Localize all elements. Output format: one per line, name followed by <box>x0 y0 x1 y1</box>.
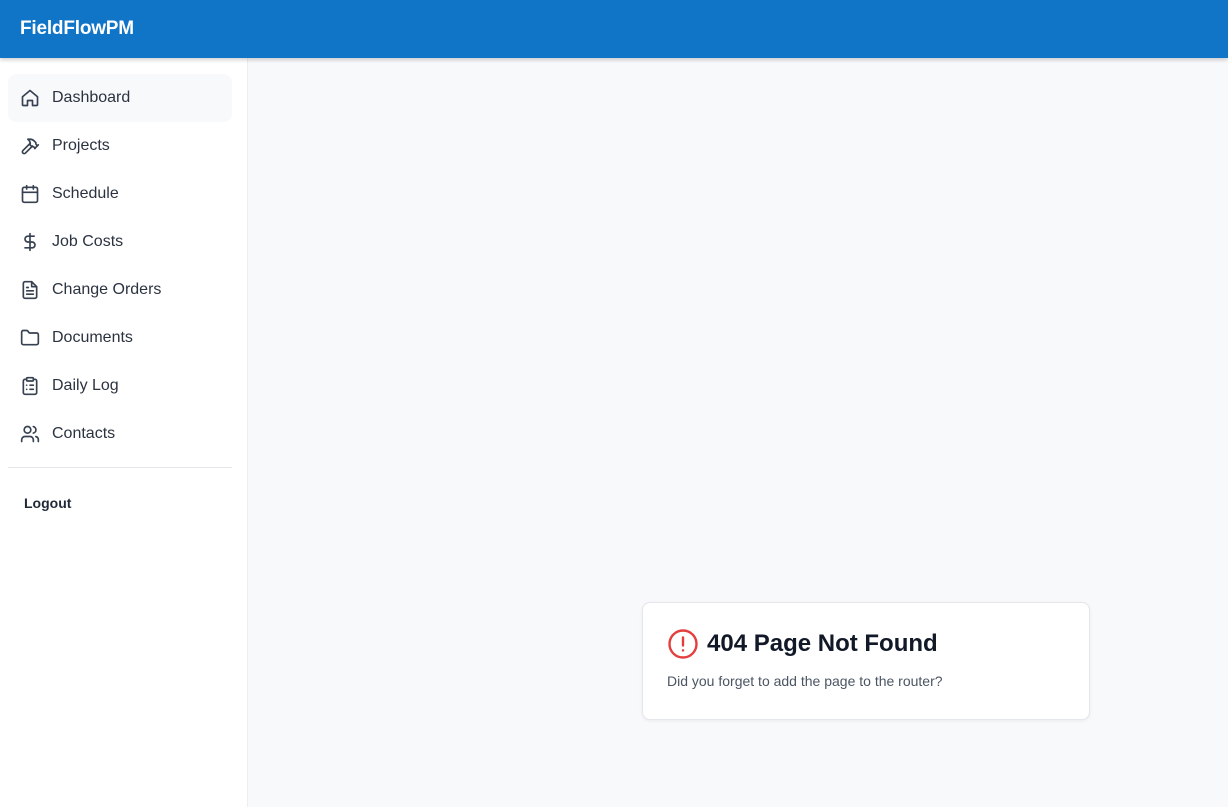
sidebar-item-label: Documents <box>52 329 133 346</box>
sidebar: Dashboard Projects Schedule Job Costs Ch… <box>0 58 248 807</box>
main-content: 404 Page Not Found Did you forget to add… <box>248 58 1228 807</box>
sidebar-item-label: Job Costs <box>52 233 124 250</box>
sidebar-item-daily-log[interactable]: Daily Log <box>8 362 232 410</box>
calendar-icon <box>20 184 40 204</box>
app-title[interactable]: FieldFlowPM <box>20 18 134 40</box>
sidebar-item-label: Contacts <box>52 425 116 442</box>
dollar-icon <box>20 232 40 252</box>
users-icon <box>20 424 40 444</box>
top-app-bar: FieldFlowPM <box>0 0 1228 58</box>
sidebar-item-job-costs[interactable]: Job Costs <box>8 218 232 266</box>
sidebar-item-projects[interactable]: Projects <box>8 122 232 170</box>
home-icon <box>20 88 40 108</box>
folder-icon <box>20 328 40 348</box>
logout-button[interactable]: Logout <box>24 495 71 511</box>
sidebar-item-documents[interactable]: Documents <box>8 314 232 362</box>
sidebar-item-schedule[interactable]: Schedule <box>8 170 232 218</box>
sidebar-item-label: Daily Log <box>52 377 119 394</box>
sidebar-item-label: Dashboard <box>52 89 131 106</box>
sidebar-item-label: Schedule <box>52 185 119 202</box>
sidebar-item-label: Projects <box>52 137 110 154</box>
not-found-header: 404 Page Not Found <box>667 627 1065 661</box>
sidebar-item-dashboard[interactable]: Dashboard <box>8 74 232 122</box>
sidebar-item-label: Change Orders <box>52 281 162 298</box>
alert-circle-icon <box>667 628 699 660</box>
sidebar-item-contacts[interactable]: Contacts <box>8 410 232 458</box>
sidebar-item-change-orders[interactable]: Change Orders <box>8 266 232 314</box>
sidebar-divider <box>8 467 232 468</box>
not-found-card: 404 Page Not Found Did you forget to add… <box>642 602 1090 720</box>
file-text-icon <box>20 280 40 300</box>
hammer-icon <box>20 136 40 156</box>
clipboard-icon <box>20 376 40 396</box>
not-found-title: 404 Page Not Found <box>707 630 938 657</box>
not-found-message: Did you forget to add the page to the ro… <box>667 673 943 689</box>
